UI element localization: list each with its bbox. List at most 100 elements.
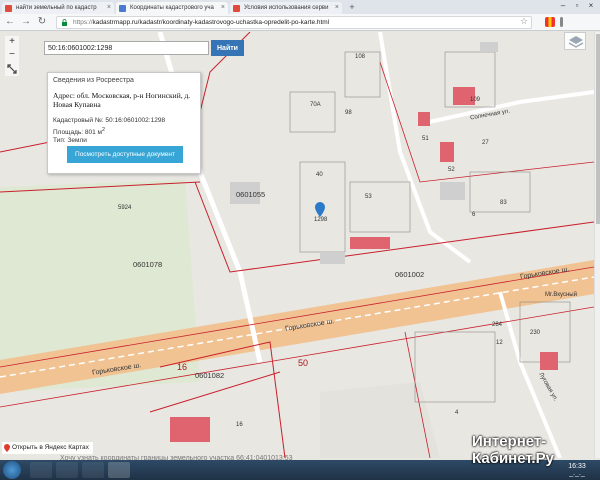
- clock-date: _._._: [569, 470, 585, 477]
- label-number: 5924: [118, 205, 132, 211]
- menu-icon[interactable]: [560, 17, 563, 27]
- tab-3[interactable]: Условия использования серви ×: [230, 2, 342, 14]
- tab-1-close-icon[interactable]: ×: [107, 2, 111, 14]
- label-number: 51: [422, 136, 429, 142]
- tab-1[interactable]: найти земельный по кадастр ×: [2, 2, 114, 14]
- address-bar: ← → ↻ https://kadastrmapp.ru/kadastr/koo…: [0, 14, 600, 31]
- parcel-outline: [414, 331, 496, 403]
- tab-3-title: Условия использования серви: [244, 5, 329, 11]
- label-number: 109: [470, 97, 481, 103]
- open-in-yandex-link[interactable]: Открыть в Яндекс Картах: [2, 442, 93, 454]
- building-grey: [320, 252, 345, 264]
- minimize-icon[interactable]: –: [556, 0, 570, 12]
- start-button[interactable]: [3, 461, 21, 479]
- building-grey: [480, 42, 498, 52]
- label-number: 40: [316, 172, 323, 178]
- info-area: Площадь: 801 м2: [53, 127, 105, 136]
- watermark-line1: Интернет-: [472, 433, 547, 450]
- taskbar-chrome-icon[interactable]: [108, 462, 130, 478]
- new-tab-button[interactable]: +: [347, 2, 357, 12]
- zoom-in-button[interactable]: +: [5, 36, 19, 49]
- label-region: 50: [298, 358, 309, 368]
- page-scrollbar[interactable]: [594, 32, 600, 458]
- zoom-controls: + −: [5, 36, 19, 62]
- tab-3-close-icon[interactable]: ×: [335, 2, 339, 14]
- watermark-text: Интернет- Кабинет.Ру: [472, 433, 554, 467]
- url-scheme: https://: [73, 19, 93, 26]
- back-icon[interactable]: ←: [4, 16, 16, 28]
- forward-icon[interactable]: →: [20, 16, 32, 28]
- grey-area: [320, 382, 440, 458]
- label-number: 53: [365, 194, 372, 200]
- tab-2-close-icon[interactable]: ×: [221, 2, 225, 14]
- info-type: Тип: Земли: [53, 137, 87, 144]
- label-number: 70А: [310, 102, 321, 108]
- label-number: 284: [492, 322, 503, 328]
- building: [540, 352, 558, 370]
- watermark-line2: Кабинет.Ру: [472, 450, 554, 467]
- building: [440, 142, 454, 162]
- maximize-icon[interactable]: ▫: [570, 0, 584, 12]
- building-grey: [440, 182, 465, 200]
- url-input[interactable]: https://kadastrmapp.ru/kadastr/koordinat…: [56, 16, 532, 29]
- expand-icon: [7, 64, 17, 74]
- extension-icon[interactable]: [545, 17, 555, 27]
- label-number: 27: [482, 140, 489, 146]
- label-poi: Mr.Вкусный: [545, 292, 577, 298]
- label-region: 16: [177, 362, 188, 372]
- watermark: Интернет- Кабинет.Ру: [452, 433, 582, 469]
- parcel-border-8: [379, 61, 594, 183]
- url-path: kadastrmapp.ru/kadastr/koordinaty-kadast…: [92, 19, 330, 26]
- rosreestr-info-popup: Сведения из Росреестра Адрес: обл. Моско…: [47, 72, 201, 174]
- info-area-label: Площадь: 801 м: [53, 129, 103, 137]
- parcel-outline: [289, 91, 336, 133]
- layers-icon: [568, 36, 584, 48]
- label-number: 6: [472, 212, 476, 218]
- location-pin-icon: [315, 202, 325, 217]
- view-documents-button[interactable]: Посмотреть доступные документ: [67, 146, 183, 163]
- building: [350, 237, 390, 249]
- layers-button[interactable]: [564, 32, 586, 50]
- label-parcel: 0601002: [395, 270, 425, 279]
- label-parcel: 0601055: [236, 190, 266, 199]
- close-window-icon[interactable]: ×: [584, 0, 598, 12]
- label-number: 52: [448, 167, 455, 173]
- label-number: 12: [496, 340, 503, 346]
- building: [418, 112, 430, 126]
- tab-1-favicon-icon: [5, 5, 12, 12]
- label-number: 16: [236, 422, 243, 428]
- tab-1-title: найти земельный по кадастр: [16, 5, 97, 11]
- search-input[interactable]: [44, 41, 209, 55]
- fullscreen-button[interactable]: [5, 62, 19, 76]
- parcel-outline: [469, 171, 531, 213]
- label-number: 83: [500, 200, 507, 206]
- label-parcel: 0601082: [195, 371, 225, 380]
- label-number: 98: [345, 110, 352, 116]
- search-button[interactable]: Найти: [211, 40, 244, 56]
- info-address: Адрес: обл. Московская, р-н Ногинский, д…: [53, 91, 191, 109]
- reload-icon[interactable]: ↻: [36, 16, 48, 28]
- star-icon[interactable]: ☆: [520, 16, 528, 27]
- label-number: 4: [455, 410, 459, 416]
- info-area-unit-sup: 2: [102, 127, 106, 133]
- tab-2-favicon-icon: [119, 5, 126, 12]
- yandex-pin-icon: [4, 444, 10, 452]
- tab-2[interactable]: Координаты кадастрового уча ×: [116, 2, 228, 14]
- taskbar-media-icon[interactable]: [82, 462, 104, 478]
- info-cadastral-number: Кадастровый №: 50:16:0601002:1298: [53, 117, 166, 124]
- scrollbar-thumb[interactable]: [596, 34, 600, 224]
- tab-bar: найти земельный по кадастр × Координаты …: [0, 0, 600, 14]
- map-canvas[interactable]: 0601055 0601078 0601002 0601082 50 16 Го…: [0, 32, 594, 458]
- tab-2-title: Координаты кадастрового уча: [130, 5, 214, 11]
- building: [170, 417, 210, 442]
- taskbar-explorer-icon[interactable]: [56, 462, 78, 478]
- parcel-outline: [349, 181, 411, 233]
- label-number: 230: [530, 330, 541, 336]
- zoom-out-button[interactable]: −: [5, 49, 19, 62]
- road-side: [378, 32, 472, 264]
- tab-3-favicon-icon: [233, 5, 240, 12]
- label-parcel: 0601078: [133, 260, 163, 269]
- taskbar-ie-icon[interactable]: [30, 462, 52, 478]
- lock-icon: [62, 19, 67, 26]
- yandex-link-label: Открыть в Яндекс Картах: [12, 444, 89, 451]
